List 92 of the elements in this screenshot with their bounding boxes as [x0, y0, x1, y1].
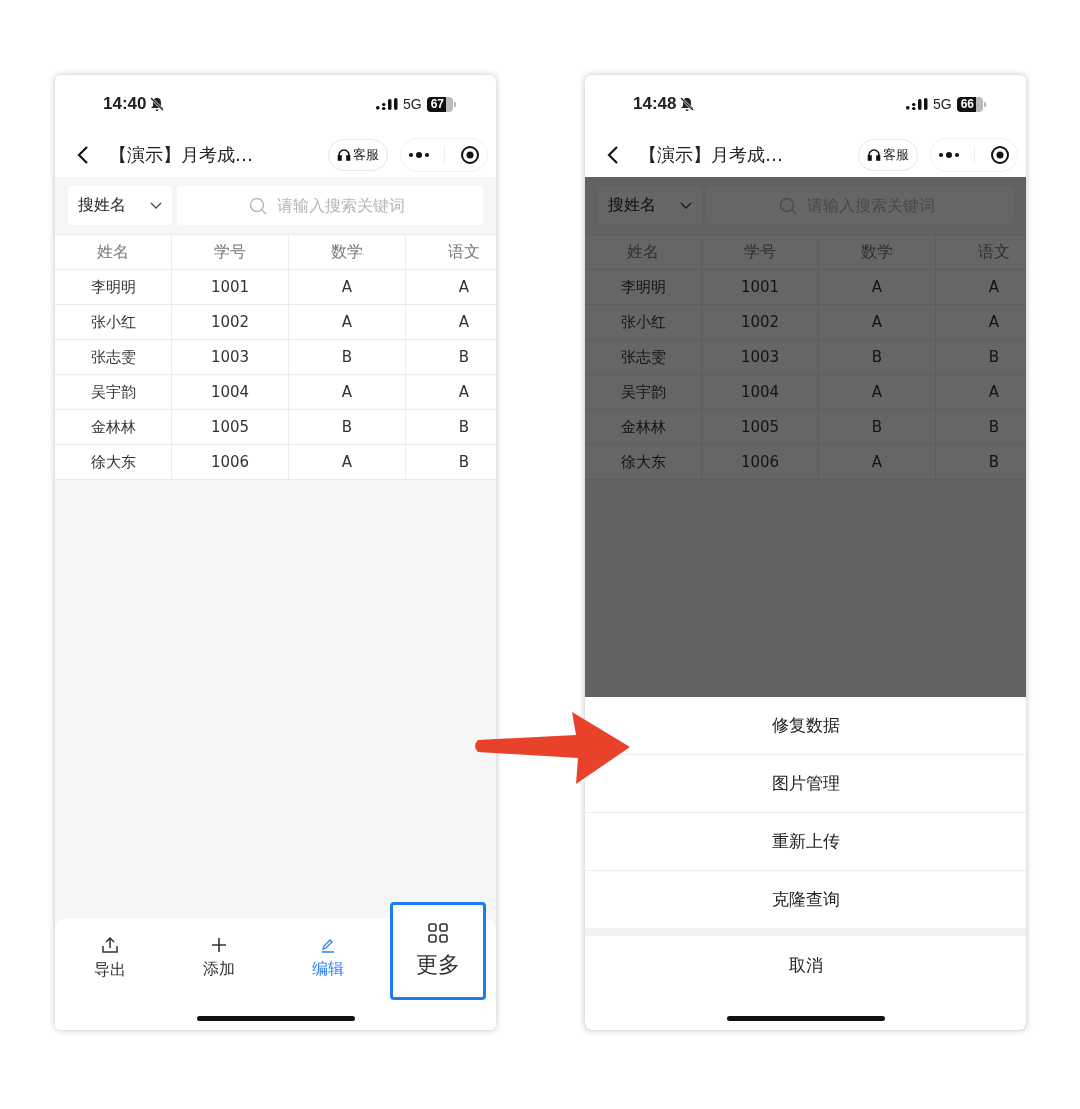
toolbar-label: 更多: [416, 951, 461, 979]
page-title: 【演示】月考成…: [639, 143, 783, 167]
muted-bell-icon: [149, 96, 166, 112]
page-title: 【演示】月考成…: [109, 143, 253, 167]
search-field-dropdown[interactable]: 搜姓名: [68, 186, 172, 225]
toolbar-button[interactable]: 导出: [55, 918, 165, 998]
table-cell: A: [289, 270, 406, 305]
headset-icon: [867, 148, 881, 162]
headset-icon: [337, 148, 351, 162]
table-cell: A: [819, 375, 936, 410]
toolbar-button[interactable]: 编辑: [273, 918, 383, 998]
table-cell: 1003: [702, 340, 819, 375]
signal-icon: [375, 97, 398, 111]
more-dots-icon[interactable]: [938, 152, 961, 158]
customer-service-button[interactable]: 客服: [328, 139, 388, 171]
table-cell: A: [819, 305, 936, 340]
table-cell: 张小红: [585, 305, 702, 340]
table-cell: 1006: [702, 445, 819, 480]
grid-icon: [427, 922, 450, 944]
table-cell: 1001: [702, 270, 819, 305]
table-cell: B: [289, 410, 406, 445]
close-target-icon[interactable]: [459, 145, 480, 165]
table-cell: 李明明: [55, 270, 172, 305]
more-dots-icon[interactable]: [408, 152, 431, 158]
table-cell: A: [289, 305, 406, 340]
table-cell: B: [406, 410, 496, 445]
close-target-icon[interactable]: [989, 145, 1010, 165]
signal-icon: [905, 97, 928, 111]
table-cell: 徐大东: [55, 445, 172, 480]
table-cell: 吴宇韵: [55, 375, 172, 410]
table-cell: B: [406, 445, 496, 480]
back-icon[interactable]: [607, 145, 619, 165]
status-time: 14:48: [633, 94, 677, 114]
battery-indicator: 67: [426, 96, 446, 112]
table-cell: B: [936, 445, 1026, 480]
table-cell: 张志雯: [55, 340, 172, 375]
table-cell: A: [406, 375, 496, 410]
table-cell: B: [819, 340, 936, 375]
battery-indicator: 66: [956, 96, 976, 112]
table-cell: 1003: [172, 340, 289, 375]
table-cell: B: [936, 410, 1026, 445]
table-cell: 张小红: [55, 305, 172, 340]
table-cell: A: [819, 445, 936, 480]
upload-icon: [100, 935, 119, 954]
table-cell: 1004: [702, 375, 819, 410]
table-cell: A: [819, 270, 936, 305]
column-header: 学号: [172, 234, 289, 270]
table-cell: A: [406, 270, 496, 305]
table-cell: 1001: [172, 270, 289, 305]
chevron-down-icon: [680, 201, 692, 210]
table-cell: 徐大东: [585, 445, 702, 480]
customer-service-button[interactable]: 客服: [858, 139, 918, 171]
plus-icon: [210, 936, 227, 953]
toolbar-label: 编辑: [311, 958, 344, 980]
table-cell: 金林林: [55, 410, 172, 445]
table-cell: A: [936, 270, 1026, 305]
table-cell: 李明明: [585, 270, 702, 305]
status-time: 14:40: [103, 94, 147, 114]
toolbar-button[interactable]: 添加: [164, 918, 274, 998]
network-label: 5G: [402, 96, 422, 112]
table-cell: A: [406, 305, 496, 340]
table-cell: 张志雯: [585, 340, 702, 375]
table-cell: A: [289, 445, 406, 480]
table-cell: 1002: [702, 305, 819, 340]
toolbar-button[interactable]: 更多: [390, 902, 486, 1000]
table-cell: 1004: [172, 375, 289, 410]
toolbar-label: 添加: [202, 958, 235, 980]
table-cell: 1006: [172, 445, 289, 480]
table-cell: 金林林: [585, 410, 702, 445]
table-cell: 1005: [702, 410, 819, 445]
battery-remainder: [976, 96, 983, 112]
chevron-down-icon: [150, 201, 162, 210]
table-cell: 1005: [172, 410, 289, 445]
search-field[interactable]: 请输入搜索关键词: [177, 186, 483, 225]
table-cell: 吴宇韵: [585, 375, 702, 410]
network-label: 5G: [932, 96, 952, 112]
back-icon[interactable]: [77, 145, 89, 165]
toolbar-label: 导出: [93, 959, 126, 981]
table-cell: A: [936, 305, 1026, 340]
battery-remainder: [446, 96, 453, 112]
muted-bell-icon: [679, 96, 696, 112]
table-cell: B: [819, 410, 936, 445]
table-cell: A: [936, 375, 1026, 410]
column-header: 数学: [289, 234, 406, 270]
table-cell: B: [289, 340, 406, 375]
column-header: 姓名: [55, 234, 172, 270]
column-header: 语文: [406, 234, 496, 270]
table-cell: A: [289, 375, 406, 410]
sheet-option[interactable]: 修复数据: [585, 697, 1026, 755]
table-cell: B: [406, 340, 496, 375]
table-cell: B: [936, 340, 1026, 375]
table-cell: 1002: [172, 305, 289, 340]
